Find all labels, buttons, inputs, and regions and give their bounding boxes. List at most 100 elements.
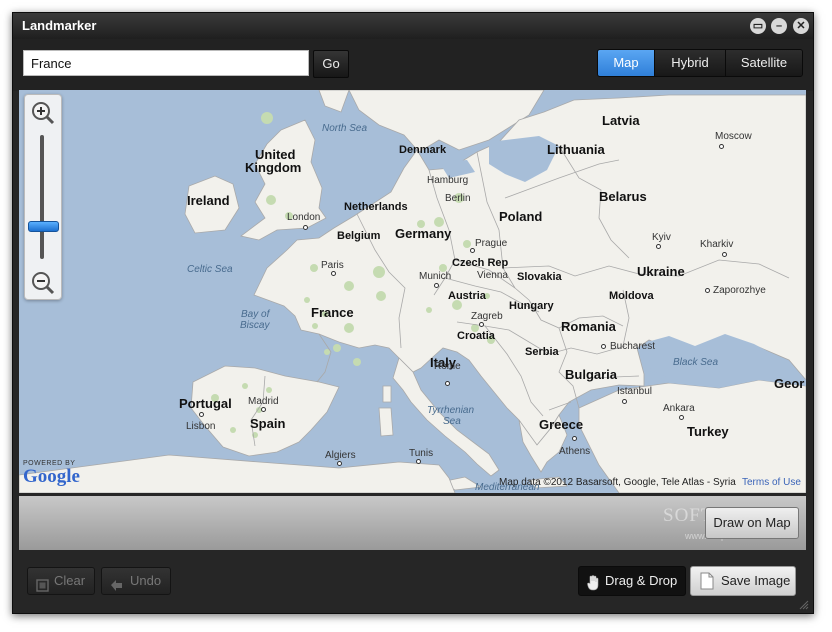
map-label-bulgaria: Bulgaria — [565, 367, 618, 382]
map-sea-tyrrhenian-1: Tyrrhenian — [427, 405, 475, 416]
google-wordmark: Google — [23, 466, 80, 487]
map-sea-black-sea: Black Sea — [673, 357, 719, 368]
map-label-turkey: Turkey — [687, 424, 729, 439]
map-city-dot — [719, 144, 724, 149]
map-city-lisbon: Lisbon — [186, 421, 216, 432]
toolbar: Go Map Hybrid Satellite — [13, 39, 813, 91]
map-city-dot — [622, 399, 627, 404]
map-label-moldova: Moldova — [609, 290, 654, 302]
clear-icon — [36, 575, 49, 601]
save-image-button[interactable]: Save Image — [690, 566, 796, 596]
map-city-dot — [303, 225, 308, 230]
document-icon — [700, 572, 714, 600]
undo-button[interactable]: Undo — [101, 567, 171, 595]
save-image-label: Save Image — [721, 573, 791, 588]
map-city-dot — [445, 381, 450, 386]
map-city-dot — [416, 459, 421, 464]
map-label-austria: Austria — [448, 290, 486, 302]
map-city-rome: Rome — [434, 361, 461, 372]
map-label-portugal: Portugal — [179, 396, 232, 411]
map-city-dot — [337, 461, 342, 466]
map-label-greece: Greece — [539, 417, 584, 432]
map-label-belarus: Belarus — [599, 189, 647, 204]
map-city-dot — [331, 271, 336, 276]
zoom-slider-track[interactable] — [40, 135, 44, 259]
terms-of-use-link[interactable]: Terms of Use — [742, 477, 801, 488]
map-city-dot — [601, 344, 606, 349]
map-city-dot — [261, 407, 266, 412]
app-window: Landmarker ▭ – ✕ Go Map Hybrid Satellite — [12, 12, 814, 614]
resize-grip-icon[interactable] — [797, 597, 809, 615]
map-sea-bay-of-biscay-2: Biscay — [240, 320, 270, 331]
close-icon[interactable]: ✕ — [793, 18, 809, 34]
map-city-moscow: Moscow — [715, 131, 752, 142]
hand-icon — [587, 573, 599, 601]
map-city-kharkiv: Kharkiv — [700, 239, 734, 250]
undo-arrow-icon — [110, 575, 123, 601]
window-title: Landmarker — [22, 18, 97, 33]
map-label-serbia: Serbia — [525, 346, 559, 358]
satellite-view-button[interactable]: Satellite — [726, 50, 802, 76]
map-city-kyiv: Kyiv — [652, 232, 671, 243]
map-view[interactable]: Latvia Lithuania United Kingdom Denmark … — [19, 90, 806, 493]
title-bar[interactable]: Landmarker ▭ – ✕ — [13, 13, 813, 39]
map-label-united-kingdom-2: Kingdom — [245, 160, 302, 175]
map-city-paris: Paris — [321, 260, 344, 271]
map-city-dot — [572, 436, 577, 441]
minimize-icon[interactable]: – — [771, 18, 787, 34]
map-label-georgia: Geor — [774, 376, 805, 391]
map-city-vienna: Vienna — [477, 270, 508, 281]
map-city-dot — [705, 288, 710, 293]
map-sea-bay-of-biscay-1: Bay of — [241, 309, 270, 320]
map-city-dot — [722, 252, 727, 257]
map-label-latvia: Latvia — [602, 113, 640, 128]
map-label-croatia: Croatia — [457, 330, 495, 342]
map-city-dot — [434, 283, 439, 288]
map-attribution: Map data ©2012 Basarsoft, Google, Tele A… — [499, 477, 736, 488]
map-label-spain: Spain — [250, 416, 286, 431]
map-city-munich: Munich — [419, 271, 452, 282]
map-label-france: France — [311, 305, 354, 320]
bottom-bar: Clear Undo Drag & Drop Save Image — [13, 553, 813, 613]
map-city-athens: Athens — [559, 446, 591, 457]
map-city-hamburg: Hamburg — [427, 175, 469, 186]
clear-button[interactable]: Clear — [27, 567, 95, 595]
feedback-icon[interactable]: ▭ — [750, 18, 766, 34]
map-city-dot — [199, 412, 204, 417]
map-label-denmark: Denmark — [399, 144, 447, 156]
map-label-poland: Poland — [499, 209, 543, 224]
map-view-button[interactable]: Map — [598, 50, 655, 76]
map-city-algiers: Algiers — [325, 450, 356, 461]
map-label-netherlands: Netherlands — [344, 201, 408, 213]
map-city-ankara: Ankara — [663, 403, 695, 414]
map-city-dot — [679, 415, 684, 420]
search-input[interactable] — [23, 50, 309, 76]
undo-label: Undo — [130, 573, 162, 588]
map-sea-tyrrhenian-2: Sea — [443, 416, 461, 427]
map-label-hungary: Hungary — [509, 300, 554, 312]
map-city-istanbul: Istanbul — [617, 386, 653, 397]
hybrid-view-button[interactable]: Hybrid — [655, 50, 726, 76]
clear-label: Clear — [54, 573, 86, 588]
google-logo[interactable]: POWERED BY Google — [23, 460, 80, 486]
map-label-lithuania: Lithuania — [547, 142, 605, 157]
map-city-prague: Prague — [475, 238, 508, 249]
map-city-london: London — [287, 212, 321, 223]
drag-and-drop-label: Drag & Drop — [605, 573, 678, 588]
map-city-dot — [479, 322, 484, 327]
go-button[interactable]: Go — [313, 50, 349, 78]
zoom-out-icon[interactable] — [29, 269, 56, 296]
zoom-slider-thumb[interactable] — [28, 221, 59, 232]
map-city-dot — [470, 248, 475, 253]
draw-on-map-button[interactable]: Draw on Map — [705, 507, 799, 539]
zoom-control[interactable] — [24, 94, 62, 300]
map-city-zaporozhye: Zaporozhye — [713, 285, 766, 296]
map-label-germany: Germany — [395, 226, 452, 241]
drawing-panel: SOFTPEDIA www.softpedia.com Draw on Map — [19, 496, 806, 550]
zoom-in-icon[interactable] — [29, 99, 56, 126]
map-sea-celtic-sea: Celtic Sea — [187, 264, 233, 275]
map-label-romania: Romania — [561, 319, 616, 334]
drag-and-drop-button[interactable]: Drag & Drop — [578, 566, 686, 596]
map-sea-north-sea: North Sea — [322, 123, 368, 134]
map-label-ireland: Ireland — [187, 193, 230, 208]
